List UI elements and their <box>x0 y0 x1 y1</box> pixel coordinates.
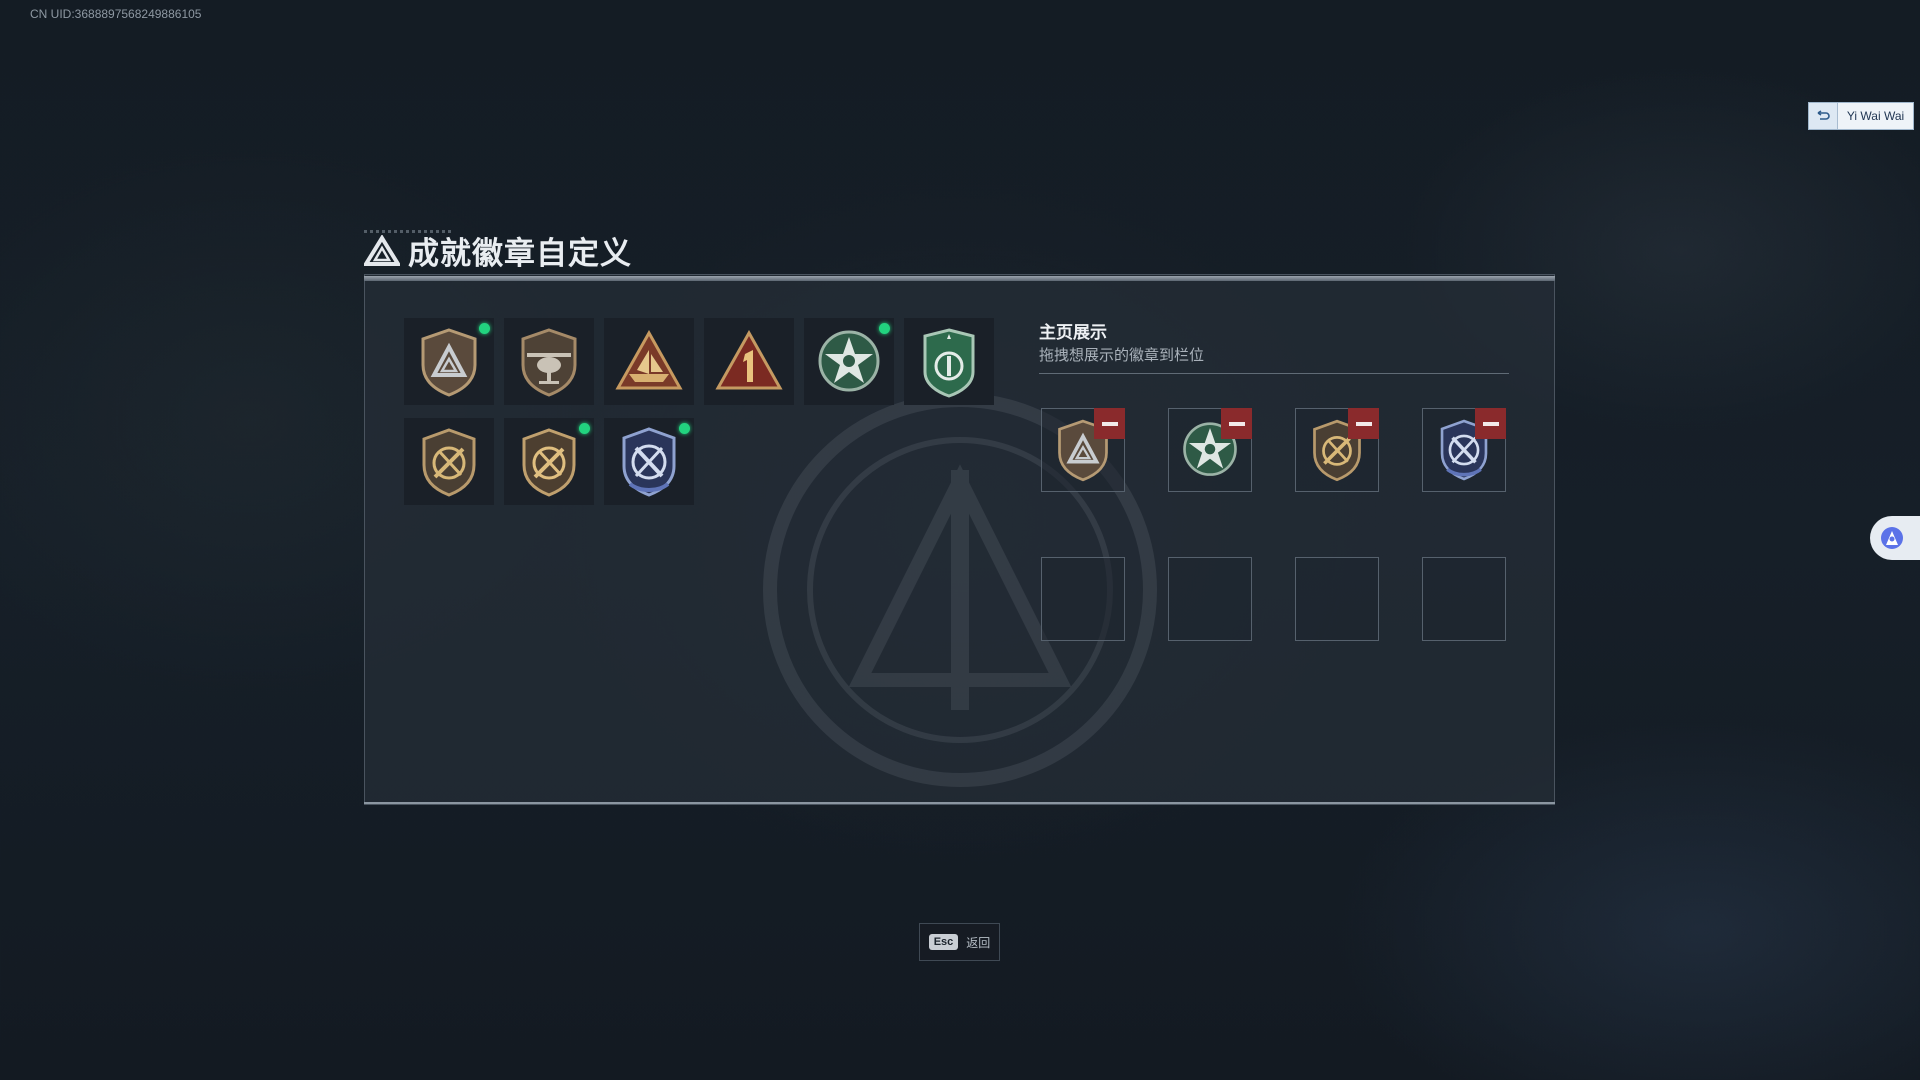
showcase-slot-7[interactable] <box>1295 557 1379 641</box>
badge-item[interactable] <box>404 318 494 405</box>
minus-icon <box>1228 421 1245 426</box>
badge-item[interactable] <box>804 318 894 405</box>
green-shield-badge-icon <box>923 327 975 398</box>
badge-item[interactable] <box>604 418 694 505</box>
back-button[interactable]: Esc 返回 <box>919 923 1000 961</box>
back-label: 返回 <box>966 935 991 950</box>
showcase-slot-8[interactable] <box>1422 557 1506 641</box>
new-indicator-dot <box>879 323 890 334</box>
helicopter-shield-badge-icon <box>521 327 577 397</box>
showcase-slot-1[interactable] <box>1041 408 1125 492</box>
badge-item[interactable] <box>504 418 594 505</box>
page-title: 成就徽章自定义 <box>408 236 632 272</box>
remove-badge-button[interactable] <box>1348 408 1379 439</box>
showcase-divider <box>1039 373 1509 374</box>
showcase-slot-3[interactable] <box>1295 408 1379 492</box>
showcase-title: 主页展示 <box>1039 323 1107 343</box>
user-profile-button[interactable]: Yi Wai Wai <box>1808 102 1914 130</box>
badge-item[interactable] <box>904 318 994 405</box>
minus-icon <box>1101 421 1118 426</box>
showcase-subtitle: 拖拽想展示的徽章到栏位 <box>1039 346 1205 364</box>
badge-item[interactable] <box>704 318 794 405</box>
green-star-medal-badge-icon <box>818 330 880 391</box>
triangle-shield-badge-icon <box>421 327 477 397</box>
number-one-triangle-badge-icon <box>715 329 783 389</box>
badge-item[interactable] <box>404 418 494 505</box>
showcase-slot-4[interactable] <box>1422 408 1506 492</box>
uid-label: CN UID:3688897568249886105 <box>30 7 202 21</box>
remove-badge-button[interactable] <box>1221 408 1252 439</box>
badge-item[interactable] <box>604 318 694 405</box>
page-header: 成就徽章自定义 <box>364 228 632 273</box>
showcase-slot-5[interactable] <box>1041 557 1125 641</box>
badge-item[interactable] <box>504 318 594 405</box>
remove-badge-button[interactable] <box>1475 408 1506 439</box>
user-name: Yi Wai Wai <box>1846 109 1905 123</box>
delta-logo-icon <box>364 234 400 266</box>
panel-bottom-border <box>364 802 1555 804</box>
assistant-icon <box>1881 527 1903 549</box>
new-indicator-dot <box>479 323 490 334</box>
esc-key-icon: Esc <box>928 934 959 950</box>
blue-crest-badge-icon <box>622 426 676 497</box>
crossed-rifle-shield-badge-icon <box>422 427 476 497</box>
crossed-rifle-shield-badge-2-icon <box>522 427 576 497</box>
new-indicator-dot <box>579 423 590 434</box>
assistant-float-button[interactable] <box>1870 516 1920 560</box>
showcase-slot-6[interactable] <box>1168 557 1252 641</box>
boat-triangle-badge-icon <box>615 329 683 389</box>
minus-icon <box>1355 421 1372 426</box>
new-indicator-dot <box>679 423 690 434</box>
panel-top-border <box>364 276 1555 281</box>
minus-icon <box>1482 421 1499 426</box>
showcase-slot-2[interactable] <box>1168 408 1252 492</box>
return-icon <box>1809 103 1838 129</box>
remove-badge-button[interactable] <box>1094 408 1125 439</box>
